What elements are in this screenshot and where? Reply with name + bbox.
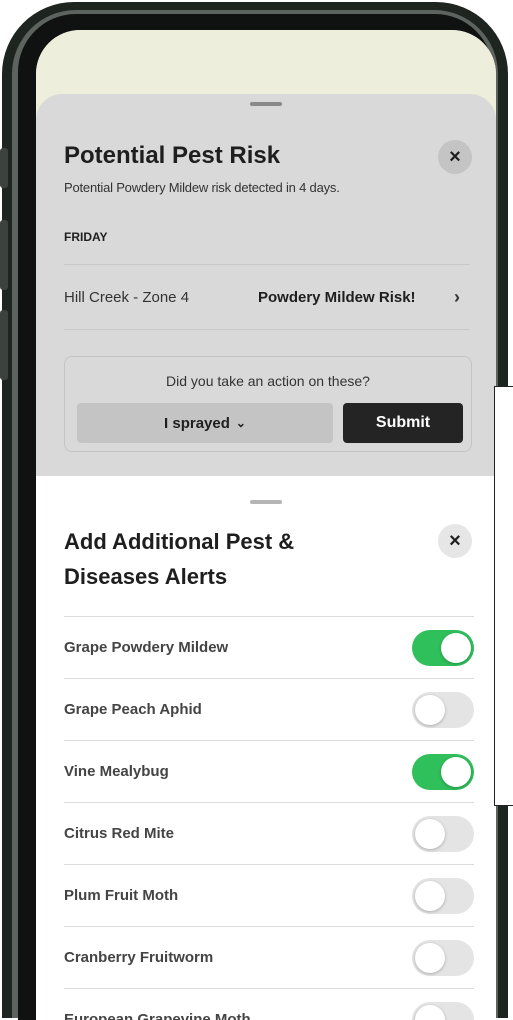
alert-label: Plum Fruit Moth [64,887,179,904]
day-label: FRIDAY [64,230,108,244]
alert-item: Grape Powdery Mildew [64,616,474,678]
toggle-knob [415,1005,445,1020]
toggle-knob [415,943,445,973]
toggle-knob [415,695,445,725]
additional-alerts-title: Add Additional Pest & Diseases Alerts [64,529,295,589]
action-box: Did you take an action on these? I spray… [64,356,472,452]
alert-item: Citrus Red Mite [64,802,474,864]
alert-toggle[interactable] [412,692,474,728]
chevron-down-icon: ⌄ [235,416,246,430]
alert-toggle[interactable] [412,1002,474,1020]
chevron-right-icon: › [454,287,460,307]
alert-item: European Grapevine Moth [64,988,474,1020]
volume-up-button [0,220,8,290]
pest-risk-sheet: Potential Pest Risk × Potential Powdery … [36,94,496,484]
toggle-knob [441,633,471,663]
risk-location: Hill Creek - Zone 4 [64,289,190,306]
alert-list: Grape Powdery Mildew Grape Peach Aphid V… [64,616,474,1020]
alert-item: Vine Mealybug [64,740,474,802]
action-select[interactable]: I sprayed ⌄ [77,403,333,443]
alert-label: Vine Mealybug [64,763,169,780]
action-question: Did you take an action on these? [166,373,370,389]
alert-label: Cranberry Fruitworm [64,949,214,966]
alert-label: Grape Powdery Mildew [64,639,229,656]
alert-label: European Grapevine Moth [64,1011,251,1020]
submit-button[interactable]: Submit [343,403,463,443]
close-pest-risk-button[interactable]: × [438,140,472,174]
close-additional-alerts-button[interactable]: × [438,524,472,558]
alert-toggle[interactable] [412,940,474,976]
pest-risk-title: Potential Pest Risk [64,142,281,169]
phone-screen: Potential Pest Risk × Potential Powdery … [36,30,496,1020]
alert-item: Plum Fruit Moth [64,864,474,926]
close-icon: × [449,529,461,552]
alert-toggle[interactable] [412,816,474,852]
volume-down-button [0,310,8,380]
close-icon: × [449,145,461,168]
pest-risk-subtitle: Potential Powdery Mildew risk detected i… [64,180,340,195]
action-select-value: I sprayed [164,414,230,432]
overlay-panel-edge [494,386,513,806]
toggle-knob [415,881,445,911]
map-background [36,30,496,96]
alert-toggle[interactable] [412,878,474,914]
additional-alerts-sheet: Add Additional Pest & Diseases Alerts × … [36,476,496,1020]
risk-name: Powdery Mildew Risk! [258,289,416,306]
risk-row[interactable]: Hill Creek - Zone 4 Powdery Mildew Risk!… [64,264,470,330]
alert-toggle[interactable] [412,630,474,666]
mute-switch [0,148,8,188]
toggle-knob [441,757,471,787]
alert-label: Grape Peach Aphid [64,701,202,718]
sheet-grab-handle[interactable] [250,102,282,106]
alert-toggle[interactable] [412,754,474,790]
sheet-grab-handle[interactable] [250,500,282,504]
alert-item: Cranberry Fruitworm [64,926,474,988]
alert-item: Grape Peach Aphid [64,678,474,740]
toggle-knob [415,819,445,849]
alert-label: Citrus Red Mite [64,825,175,842]
